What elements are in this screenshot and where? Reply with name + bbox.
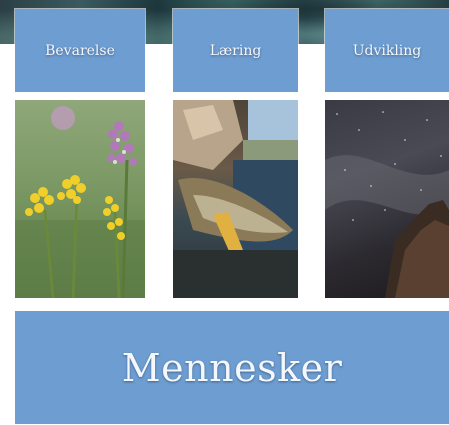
laering-label: Læring — [209, 42, 262, 59]
fish-image[interactable] — [173, 100, 298, 298]
mennesker-label: Mennesker — [121, 345, 343, 390]
udvikling-label: Udvikling — [352, 42, 422, 59]
mennesker-tile[interactable]: Mennesker — [15, 311, 449, 424]
night-sky-image[interactable] — [325, 100, 449, 298]
flowers-image[interactable] — [15, 100, 145, 298]
bevarelse-tile[interactable]: Bevarelse — [15, 9, 145, 92]
bevarelse-label: Bevarelse — [45, 42, 115, 59]
laering-tile[interactable]: Læring — [173, 9, 298, 92]
udvikling-tile[interactable]: Udvikling — [325, 9, 449, 92]
